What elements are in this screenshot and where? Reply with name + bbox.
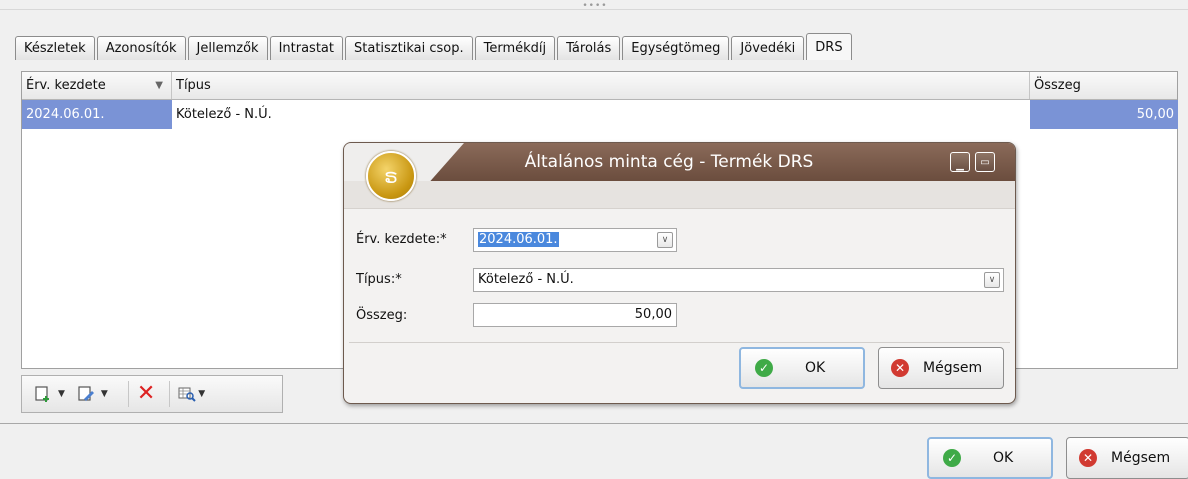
tab-drs[interactable]: DRS [806, 33, 852, 60]
start-date-label: Érv. kezdete:* [356, 232, 447, 247]
edit-icon [78, 386, 94, 401]
column-header-start-label: Érv. kezdete [26, 78, 106, 93]
footer-cancel-button[interactable]: ✕ Mégsem [1066, 437, 1188, 479]
chevron-down-icon[interactable]: ∨ [657, 232, 673, 248]
grid-header: Érv. kezdete ▼ Típus Összeg [22, 72, 1177, 100]
dialog-header-band [344, 181, 1015, 209]
footer-cancel-label: Mégsem [1111, 450, 1171, 466]
dialog-title-bar[interactable]: Általános minta cég - Termék DRS ▁ ▭ [344, 143, 1015, 181]
new-icon [35, 386, 49, 402]
dialog-cancel-label: Mégsem [923, 360, 983, 376]
delete-button[interactable]: ✕ [136, 381, 156, 406]
tab-jovedeki[interactable]: Jövedéki [731, 36, 805, 60]
maximize-icon[interactable]: ▭ [975, 152, 995, 172]
footer-ok-label: OK [993, 450, 1014, 466]
column-header-start[interactable]: Érv. kezdete ▼ [22, 72, 172, 99]
check-icon: ✓ [943, 449, 961, 467]
footer-ok-button[interactable]: ✓ OK [927, 437, 1053, 479]
tab-intrastat[interactable]: Intrastat [269, 36, 343, 60]
dialog-separator [349, 342, 1010, 343]
chevron-down-icon[interactable]: ▼ [58, 389, 65, 399]
cell-start[interactable]: 2024.06.01. [22, 100, 172, 129]
sort-down-icon[interactable]: ▼ [155, 72, 163, 99]
tab-keszletek[interactable]: Készletek [15, 36, 95, 60]
cell-type[interactable]: Kötelező - N.Ú. [172, 100, 1030, 129]
grid-toolbar: ▼ ▼ ✕ ▼ [21, 375, 283, 413]
new-button[interactable]: ▼ [34, 385, 71, 403]
chevron-down-icon[interactable]: ▼ [198, 389, 205, 399]
amount-field[interactable]: 50,00 [473, 303, 677, 327]
cell-amount[interactable]: 50,00 [1030, 100, 1178, 129]
dialog-ok-button[interactable]: ✓ OK [739, 347, 865, 389]
type-label: Típus:* [356, 272, 402, 287]
delete-icon: ✕ [136, 381, 156, 406]
start-date-field[interactable]: 2024.06.01. ∨ [473, 228, 677, 252]
drs-dialog: Általános minta cég - Termék DRS ▁ ▭ ຣ É… [343, 142, 1016, 404]
filter-icon [178, 387, 196, 402]
type-value: Kötelező - N.Ú. [478, 272, 574, 287]
tab-termekdij[interactable]: Termékdíj [474, 36, 556, 60]
dialog-ok-label: OK [805, 360, 826, 376]
column-header-amount[interactable]: Összeg [1030, 72, 1178, 99]
chevron-down-icon[interactable]: ▼ [101, 389, 108, 399]
cancel-icon: ✕ [891, 359, 909, 377]
tab-tarolas[interactable]: Tárolás [557, 36, 621, 60]
tab-egysegtomeg[interactable]: Egységtömeg [622, 36, 730, 60]
cancel-icon: ✕ [1079, 449, 1097, 467]
start-date-value: 2024.06.01. [478, 232, 559, 247]
dialog-title: Általános minta cég - Termék DRS [524, 152, 814, 172]
column-header-type[interactable]: Típus [172, 72, 1030, 99]
edit-button[interactable]: ▼ [77, 385, 114, 403]
dialog-cancel-button[interactable]: ✕ Mégsem [878, 347, 1004, 389]
top-divider [0, 9, 1188, 10]
filter-button[interactable]: ▼ [178, 385, 211, 403]
toolbar-separator [169, 381, 171, 407]
minimize-icon[interactable]: ▁ [950, 152, 970, 172]
check-icon: ✓ [755, 359, 773, 377]
tab-strip: Készletek Azonosítók Jellemzők Intrastat… [15, 33, 854, 60]
tab-azonositok[interactable]: Azonosítók [96, 36, 186, 60]
chevron-down-icon[interactable]: ∨ [984, 272, 1000, 288]
app-logo-icon: ຣ [366, 151, 416, 201]
tab-jellemzok[interactable]: Jellemzők [187, 36, 268, 60]
toolbar-separator [127, 381, 129, 407]
tab-statisztikai-csop[interactable]: Statisztikai csop. [345, 36, 473, 60]
type-combobox[interactable]: Kötelező - N.Ú. ∨ [473, 268, 1004, 292]
amount-label: Összeg: [356, 308, 408, 323]
table-row[interactable]: 2024.06.01. Kötelező - N.Ú. 50,00 [22, 100, 1178, 129]
